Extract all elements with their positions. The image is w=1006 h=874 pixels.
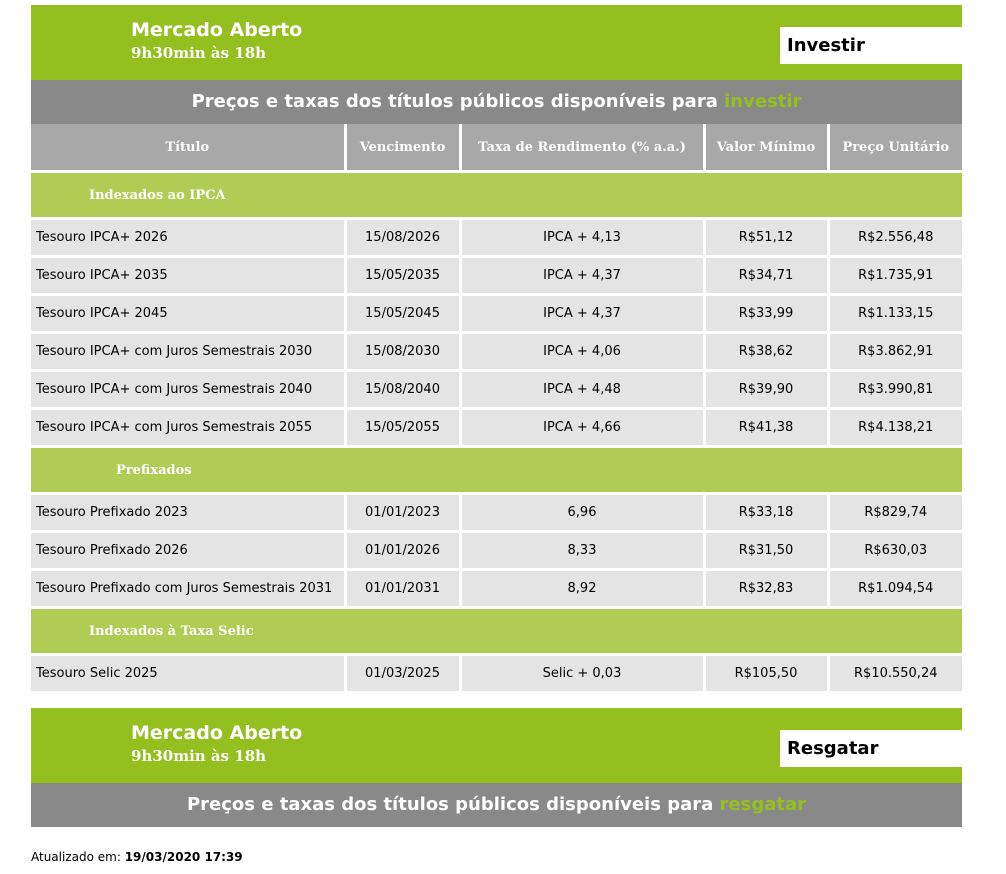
cell-min-value: R$41,38 xyxy=(702,407,828,447)
cell-maturity: 15/05/2055 xyxy=(343,407,460,447)
cell-rate: IPCA + 4,06 xyxy=(458,331,704,371)
cell-unit-price: R$829,74 xyxy=(826,492,962,532)
cell-maturity: 15/05/2045 xyxy=(343,293,460,333)
cell-title: Tesouro Prefixado com Juros Semestrais 2… xyxy=(31,568,345,608)
market-hours: 9h30min às 18h xyxy=(131,44,267,62)
column-header-title: Título xyxy=(31,124,345,172)
cell-rate: IPCA + 4,48 xyxy=(458,369,704,409)
cell-maturity: 15/08/2030 xyxy=(343,331,460,371)
cell-title: Tesouro IPCA+ com Juros Semestrais 2055 xyxy=(31,407,345,447)
cell-rate: 6,96 xyxy=(458,492,704,532)
column-header-min-value: Valor Mínimo xyxy=(702,124,828,172)
last-updated-timestamp: 19/03/2020 17:39 xyxy=(124,850,243,864)
cell-maturity: 01/01/2023 xyxy=(343,492,460,532)
table-row[interactable]: Tesouro IPCA+ com Juros Semestrais 2055 … xyxy=(31,407,962,447)
prices-header-text: Preços e taxas dos títulos públicos disp… xyxy=(191,91,718,112)
cell-rate: IPCA + 4,66 xyxy=(458,407,704,447)
prices-header-accent: investir xyxy=(724,91,802,112)
last-updated: Atualizado em: 19/03/2020 17:39 xyxy=(31,850,243,864)
group-label-cell: Indexados à Taxa Selic xyxy=(31,606,962,655)
cell-unit-price: R$3.862,91 xyxy=(826,331,962,371)
cell-title: Tesouro IPCA+ 2035 xyxy=(31,255,345,295)
cell-maturity: 15/05/2035 xyxy=(343,255,460,295)
group-row-prefixados: Prefixados xyxy=(31,445,962,494)
table-row[interactable]: Tesouro Selic 2025 01/03/2025 Selic + 0,… xyxy=(31,653,962,691)
table-row[interactable]: Tesouro IPCA+ 2026 15/08/2026 IPCA + 4,1… xyxy=(31,217,962,257)
table-row[interactable]: Tesouro Prefixado com Juros Semestrais 2… xyxy=(31,568,962,608)
table-row[interactable]: Tesouro IPCA+ com Juros Semestrais 2040 … xyxy=(31,369,962,409)
redeem-tab[interactable]: Resgatar xyxy=(780,730,962,767)
cell-title: Tesouro IPCA+ 2045 xyxy=(31,293,345,333)
table-row[interactable]: Tesouro IPCA+ 2045 15/05/2045 IPCA + 4,3… xyxy=(31,293,962,333)
cell-unit-price: R$1.094,54 xyxy=(826,568,962,608)
invest-tab[interactable]: Investir xyxy=(780,27,962,64)
cell-min-value: R$34,71 xyxy=(702,255,828,295)
cell-unit-price: R$2.556,48 xyxy=(826,217,962,257)
prices-header-invest: Preços e taxas dos títulos públicos disp… xyxy=(31,80,962,124)
market-status-bar: Mercado Aberto 9h30min às 18h Investir xyxy=(31,5,962,80)
cell-unit-price: R$4.138,21 xyxy=(826,407,962,447)
redeem-section: Mercado Aberto 9h30min às 18h Resgatar P… xyxy=(31,708,962,827)
column-header-unit-price: Preço Unitário xyxy=(826,124,962,172)
cell-rate: IPCA + 4,37 xyxy=(458,255,704,295)
group-label-cell: Indexados ao IPCA xyxy=(31,170,962,219)
cell-min-value: R$38,62 xyxy=(702,331,828,371)
table-row[interactable]: Tesouro Prefixado 2023 01/01/2023 6,96 R… xyxy=(31,492,962,532)
group-label-cell: Prefixados xyxy=(31,445,962,494)
cell-min-value: R$33,18 xyxy=(702,492,828,532)
column-header-maturity: Vencimento xyxy=(343,124,460,172)
table-row[interactable]: Tesouro IPCA+ com Juros Semestrais 2030 … xyxy=(31,331,962,371)
prices-header-redeem: Preços e taxas dos títulos públicos disp… xyxy=(31,783,962,827)
prices-header-text: Preços e taxas dos títulos públicos disp… xyxy=(186,794,714,815)
group-label: Indexados à Taxa Selic xyxy=(89,623,254,639)
table-row[interactable]: Tesouro Prefixado 2026 01/01/2026 8,33 R… xyxy=(31,530,962,570)
cell-min-value: R$39,90 xyxy=(702,369,828,409)
cell-min-value: R$31,50 xyxy=(702,530,828,570)
cell-title: Tesouro Selic 2025 xyxy=(31,653,345,691)
group-label: Indexados ao IPCA xyxy=(89,187,226,203)
column-header-rate: Taxa de Rendimento (% a.a.) xyxy=(458,124,704,172)
cell-unit-price: R$3.990,81 xyxy=(826,369,962,409)
cell-unit-price: R$1.735,91 xyxy=(826,255,962,295)
cell-min-value: R$33,99 xyxy=(702,293,828,333)
cell-rate: Selic + 0,03 xyxy=(458,653,704,691)
group-row-selic: Indexados à Taxa Selic xyxy=(31,606,962,655)
cell-rate: 8,92 xyxy=(458,568,704,608)
cell-min-value: R$51,12 xyxy=(702,217,828,257)
market-status-title: Mercado Aberto xyxy=(131,19,303,41)
prices-header-accent: resgatar xyxy=(719,794,807,815)
cell-title: Tesouro IPCA+ com Juros Semestrais 2030 xyxy=(31,331,345,371)
cell-unit-price: R$10.550,24 xyxy=(826,653,962,691)
cell-title: Tesouro IPCA+ com Juros Semestrais 2040 xyxy=(31,369,345,409)
cell-title: Tesouro Prefixado 2026 xyxy=(31,530,345,570)
table-header-row: Título Vencimento Taxa de Rendimento (% … xyxy=(31,124,962,172)
market-status-bar: Mercado Aberto 9h30min às 18h Resgatar xyxy=(31,708,962,783)
cell-min-value: R$105,50 xyxy=(702,653,828,691)
prices-table: Título Vencimento Taxa de Rendimento (% … xyxy=(31,124,962,691)
last-updated-label: Atualizado em: xyxy=(31,850,121,864)
cell-title: Tesouro IPCA+ 2026 xyxy=(31,217,345,257)
cell-rate: 8,33 xyxy=(458,530,704,570)
group-label: Prefixados xyxy=(116,462,192,478)
invest-section: Mercado Aberto 9h30min às 18h Investir P… xyxy=(31,5,962,691)
group-row-ipca: Indexados ao IPCA xyxy=(31,170,962,219)
cell-maturity: 01/01/2031 xyxy=(343,568,460,608)
cell-maturity: 15/08/2040 xyxy=(343,369,460,409)
market-hours: 9h30min às 18h xyxy=(131,747,267,765)
cell-maturity: 15/08/2026 xyxy=(343,217,460,257)
cell-maturity: 01/01/2026 xyxy=(343,530,460,570)
cell-unit-price: R$1.133,15 xyxy=(826,293,962,333)
cell-min-value: R$32,83 xyxy=(702,568,828,608)
cell-rate: IPCA + 4,37 xyxy=(458,293,704,333)
cell-maturity: 01/03/2025 xyxy=(343,653,460,691)
cell-unit-price: R$630,03 xyxy=(826,530,962,570)
market-status-title: Mercado Aberto xyxy=(131,722,303,744)
table-row[interactable]: Tesouro IPCA+ 2035 15/05/2035 IPCA + 4,3… xyxy=(31,255,962,295)
cell-rate: IPCA + 4,13 xyxy=(458,217,704,257)
cell-title: Tesouro Prefixado 2023 xyxy=(31,492,345,532)
